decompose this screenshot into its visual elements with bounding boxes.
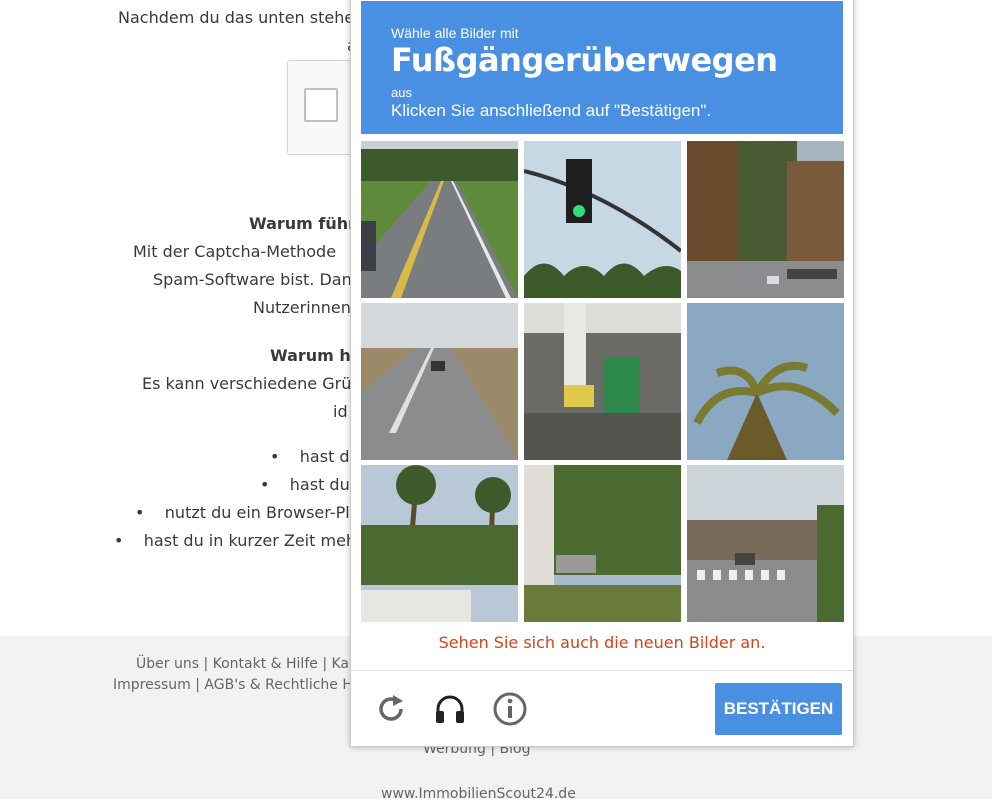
captcha-image-grid bbox=[361, 141, 844, 623]
captcha-header-prefix: Wähle alle Bilder mit bbox=[391, 25, 519, 41]
captcha-instruction: Klicken Sie anschließend auf "Bestätigen… bbox=[391, 101, 712, 120]
captcha-tile-trees-street[interactable] bbox=[687, 141, 844, 298]
footer-links-2[interactable]: Impressum | AGB's & Rechtliche Hi bbox=[113, 677, 357, 693]
why-paragraph-line-3: Nutzerinnen bbox=[253, 298, 351, 317]
captcha-tile-gas-station[interactable] bbox=[524, 303, 681, 460]
captcha-tile-bushes-car[interactable] bbox=[524, 465, 681, 622]
captcha-checkbox[interactable] bbox=[304, 88, 338, 122]
captcha-tile-road-1[interactable] bbox=[361, 141, 518, 298]
captcha-controls: BESTÄTIGEN bbox=[351, 670, 853, 747]
new-images-notice: Sehen Sie sich auch die neuen Bilder an. bbox=[438, 633, 766, 652]
why2-paragraph-line-2: id bbox=[333, 402, 348, 421]
bullet-2: • hast du bbox=[260, 475, 350, 494]
captcha-target-label: Fußgängerüberwegen bbox=[391, 41, 778, 79]
why-paragraph-line-2: Spam-Software bist. Dan bbox=[153, 270, 352, 289]
captcha-tile-palm-tree[interactable] bbox=[687, 303, 844, 460]
bullet-4: • hast du in kurzer Zeit mehr bbox=[114, 531, 363, 550]
bullet-3: • nutzt du ein Browser-Plu bbox=[135, 503, 360, 522]
captcha-challenge-dialog: Wähle alle Bilder mit Fußgängerüberwegen… bbox=[350, 0, 854, 747]
captcha-tile-road-2[interactable] bbox=[361, 303, 518, 460]
captcha-tile-crosswalk[interactable] bbox=[687, 465, 844, 622]
captcha-tile-traffic-light[interactable] bbox=[524, 141, 681, 298]
info-icon[interactable] bbox=[492, 691, 528, 727]
intro-line-1: Nachdem du das unten stehe bbox=[118, 8, 355, 27]
why2-heading: Warum ha bbox=[270, 346, 362, 365]
footer-links-1[interactable]: Über uns | Kontakt & Hilfe | Karr bbox=[136, 656, 360, 672]
why-paragraph-line-1: Mit der Captcha-Methode bbox=[133, 242, 337, 261]
reload-icon[interactable] bbox=[373, 691, 409, 727]
footer-site-url[interactable]: www.ImmobilienScout24.de bbox=[381, 786, 576, 802]
captcha-header: Wähle alle Bilder mit Fußgängerüberwegen… bbox=[361, 1, 843, 134]
confirm-button[interactable]: BESTÄTIGEN bbox=[715, 683, 842, 735]
why2-paragraph-line-1: Es kann verschiedene Grü bbox=[142, 374, 352, 393]
bullet-1: • hast du bbox=[270, 447, 360, 466]
captcha-header-suffix: aus bbox=[391, 85, 412, 100]
captcha-tile-palm-building[interactable] bbox=[361, 465, 518, 622]
audio-icon[interactable] bbox=[432, 691, 468, 727]
